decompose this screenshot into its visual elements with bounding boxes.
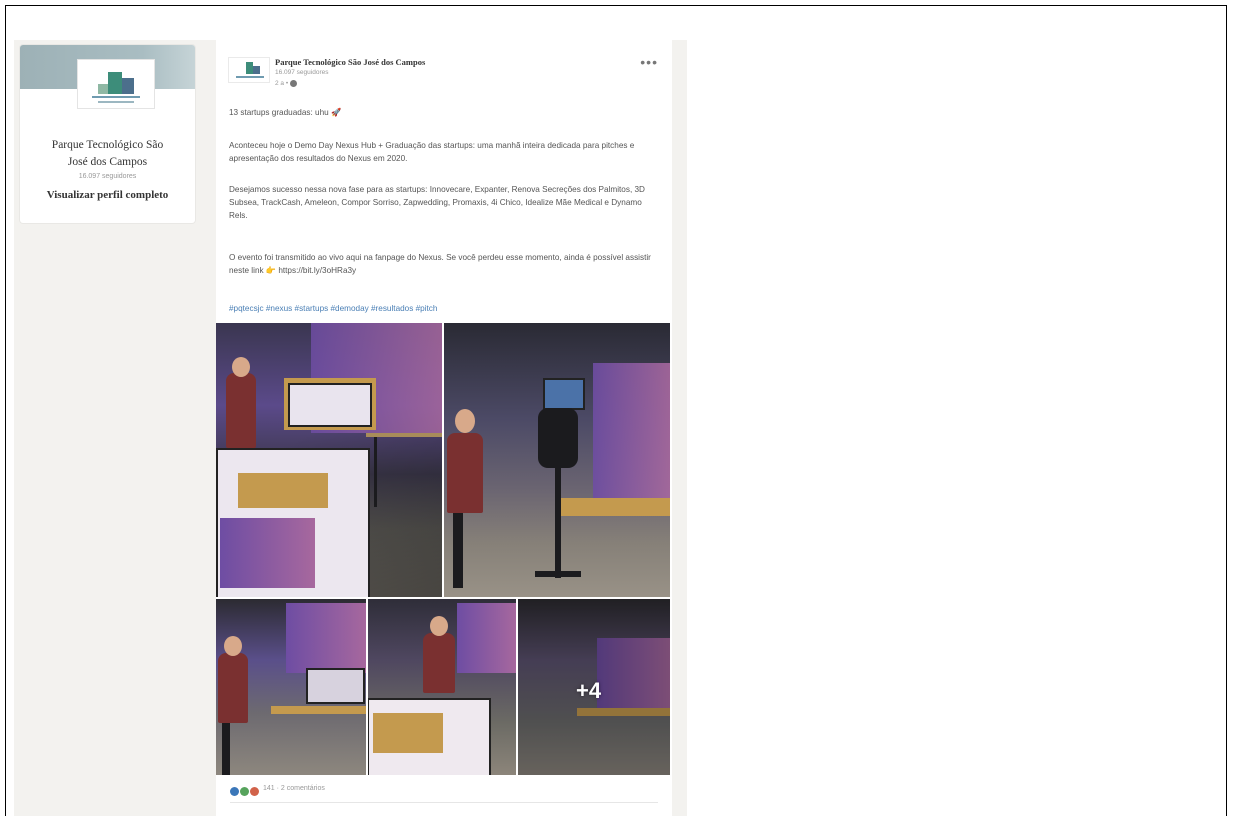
photo-divider: [516, 598, 518, 775]
post-text-paragraph-1: Aconteceu hoje o Demo Day Nexus Hub + Gr…: [229, 141, 635, 163]
globe-icon: [290, 80, 298, 87]
profile-name[interactable]: Parque Tecnológico São José dos Campos: [20, 137, 195, 171]
divider: [230, 802, 658, 803]
post-hashtags[interactable]: #pqtecsjc #nexus #startups #demoday #res…: [229, 302, 659, 315]
post-author-name[interactable]: Parque Tecnológico São José dos Campos: [275, 57, 425, 67]
post-text-paragraph-3[interactable]: O evento foi transmitido ao vivo aqui na…: [229, 251, 659, 277]
photo-divider: [366, 598, 368, 775]
photo-divider: [216, 597, 670, 599]
post-timestamp: 2 a •: [275, 80, 298, 88]
profile-name-line1: Parque Tecnológico São: [51, 139, 164, 151]
post-text-paragraph-2: Desejamos sucesso nessa nova fase para a…: [229, 185, 645, 220]
post-text-headline: 13 startups graduadas: uhu 🚀: [229, 108, 342, 117]
profile-followers: 16.097 seguidores: [78, 173, 137, 180]
more-photos-count[interactable]: +4: [576, 678, 601, 704]
celebrate-reaction-icon: [240, 787, 249, 797]
profile-card: Parque Tecnológico São José dos Campos 1…: [20, 45, 195, 223]
love-reaction-icon: [250, 787, 259, 797]
post-photo-3[interactable]: [216, 598, 367, 775]
post-photo-2[interactable]: [443, 323, 670, 598]
photo-divider: [442, 323, 444, 598]
view-full-profile-link[interactable]: Visualizar perfil completo: [20, 189, 195, 201]
post-photo-1[interactable]: [216, 323, 443, 598]
more-options-icon[interactable]: •••: [640, 54, 658, 70]
reaction-count[interactable]: 141 · 2 comentários: [263, 785, 325, 792]
post-author-followers: 16.097 seguidores: [275, 69, 329, 76]
company-logo[interactable]: [77, 59, 155, 109]
like-reaction-icon: [230, 787, 239, 797]
profile-name-line2: José dos Campos: [67, 156, 148, 168]
post-author-logo[interactable]: [228, 57, 270, 83]
post-time-text: 2 a •: [275, 80, 289, 88]
post-photo-4[interactable]: [367, 598, 517, 775]
post-card: Parque Tecnológico São José dos Campos 1…: [216, 40, 672, 816]
reactions-icons[interactable]: [230, 783, 260, 797]
